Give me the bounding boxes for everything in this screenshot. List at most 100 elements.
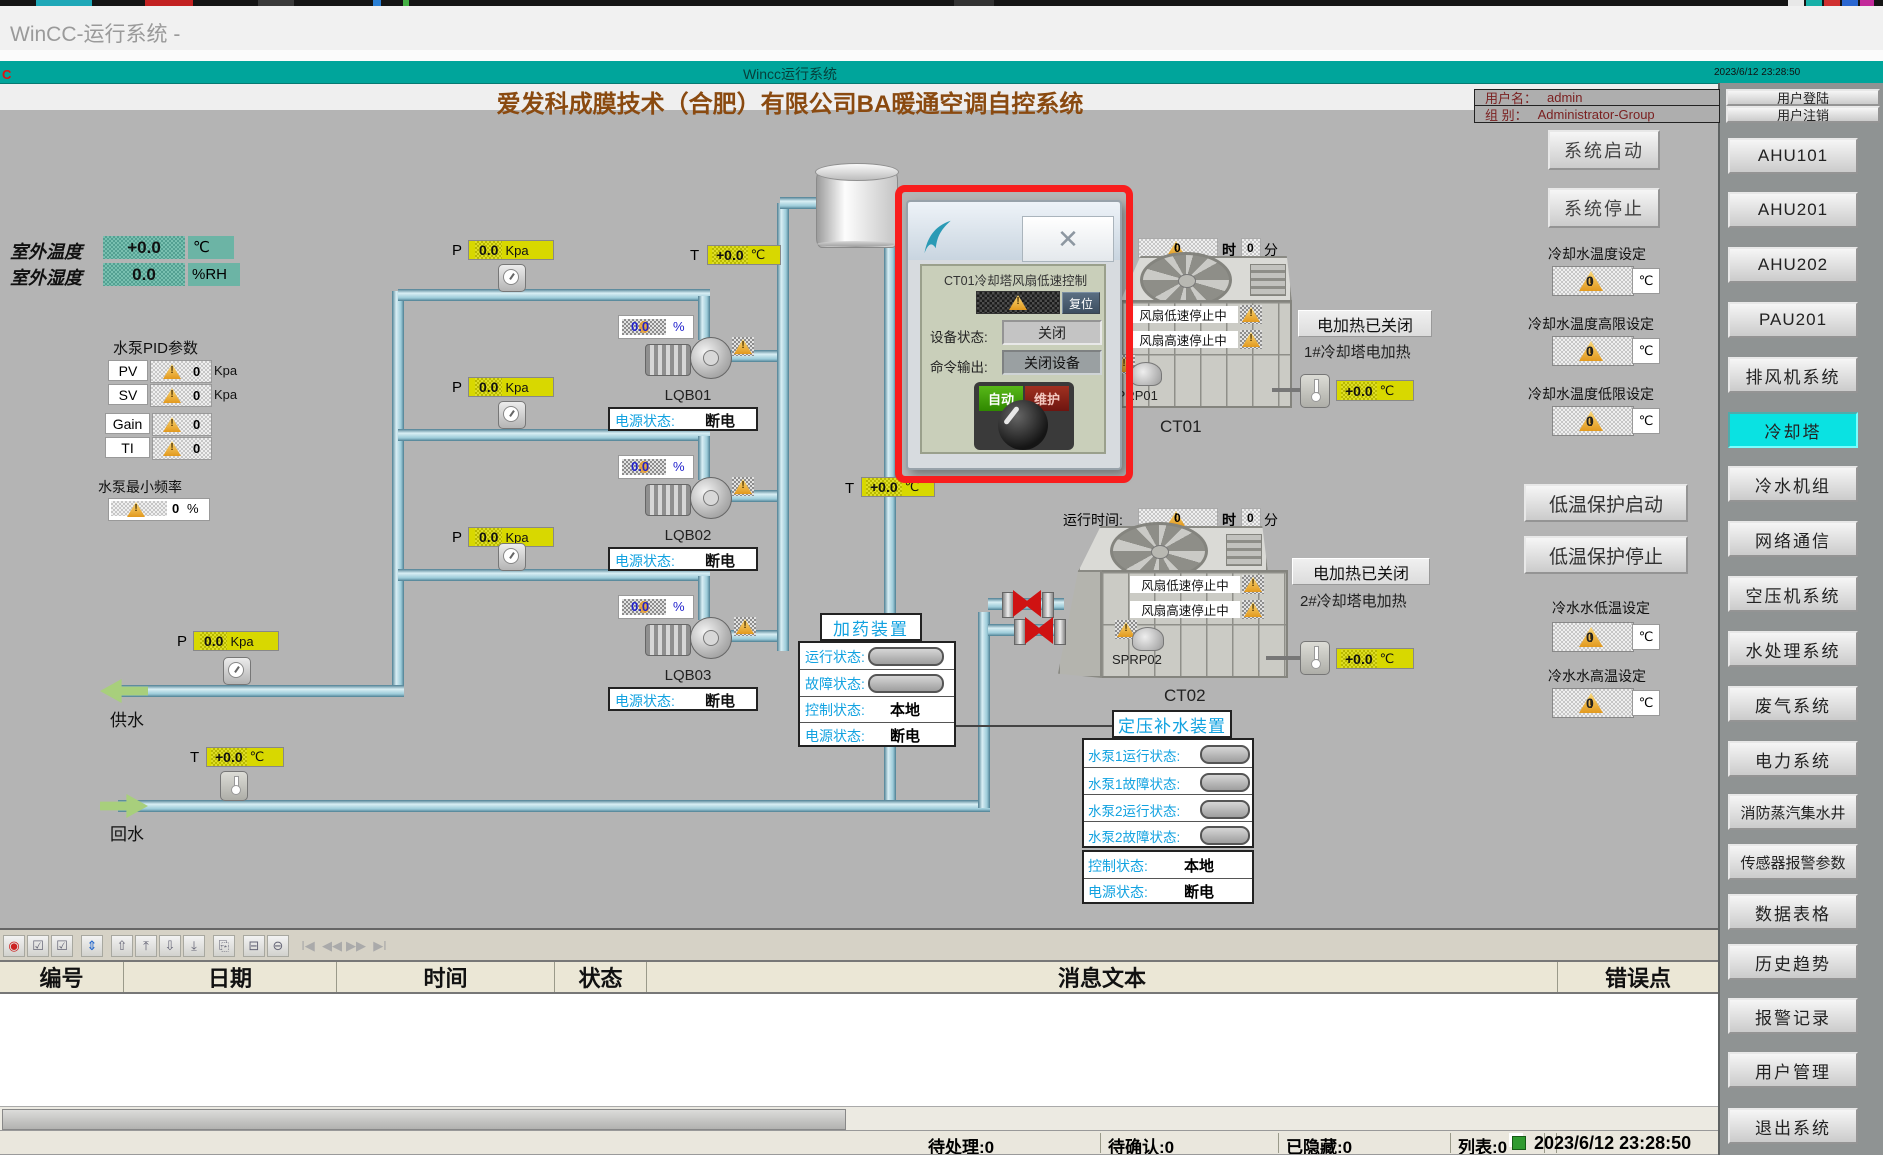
sidebar-item-air-compressor[interactable]: 空压机系统	[1728, 576, 1858, 612]
sidebar-item-alarm-record[interactable]: 报警记录	[1728, 998, 1858, 1034]
sidebar-item-history-trend[interactable]: 历史趋势	[1728, 944, 1858, 980]
pressure-gauge-icon	[498, 543, 526, 571]
first-page-icon[interactable]: ⤒	[135, 935, 157, 957]
sidebar-item-cooling-tower[interactable]: 冷却塔	[1728, 412, 1858, 448]
col-number[interactable]: 编号	[0, 962, 124, 992]
logout-button[interactable]: 用户注销	[1726, 106, 1880, 123]
min-freq-field[interactable]: 0 %	[108, 498, 210, 521]
nav-last-icon[interactable]: ▶I	[369, 935, 391, 957]
makeup-power-value: 断电	[1184, 881, 1214, 902]
fan-low-warning	[1242, 575, 1264, 594]
setpoint-field[interactable]: 0	[1552, 622, 1634, 652]
pid-pv-field[interactable]: 0	[150, 360, 212, 383]
nav-prev-icon[interactable]: ◀◀	[321, 935, 343, 957]
last-page-icon[interactable]: ⤓	[183, 935, 205, 957]
sidebar-item-ahu201[interactable]: AHU201	[1728, 192, 1858, 228]
hscroll-thumb[interactable]	[2, 1109, 846, 1130]
spray-pump-name: SPRP02	[1112, 652, 1162, 667]
pid-gain-field[interactable]: 0	[152, 413, 212, 436]
sidebar-item-fire-steam-sump[interactable]: 消防蒸汽集水井	[1728, 794, 1858, 830]
sidebar-item-power-system[interactable]: 电力系统	[1728, 741, 1858, 777]
outdoor-temp-unit: ℃	[188, 236, 234, 259]
app-bar-clock: 2023/6/12 23:28:50	[1714, 67, 1800, 78]
pid-sv-field[interactable]: 0	[150, 384, 212, 407]
red-valve-icon[interactable]	[1025, 617, 1053, 644]
red-valve-icon[interactable]	[1013, 590, 1041, 617]
sidebar-item-user-management[interactable]: 用户管理	[1728, 1052, 1858, 1088]
dosing-title-box: 加药装置	[820, 613, 922, 641]
col-time[interactable]: 时间	[337, 962, 555, 992]
sidebar-item-pau201[interactable]: PAU201	[1728, 302, 1858, 338]
window-titlebar: WinCC-运行系统 -	[0, 6, 1883, 50]
lock-icon[interactable]: ⊟	[243, 935, 265, 957]
sidebar-item-exhaust-fan[interactable]: 排风机系统	[1728, 357, 1858, 393]
fan-low-status: 风扇低速停止中	[1128, 306, 1238, 323]
pump-warning	[734, 617, 756, 636]
pipe-pump1-inlet	[398, 289, 710, 301]
fan-high-status: 风扇高速停止中	[1128, 331, 1238, 348]
pid-sv-value: 0	[193, 388, 200, 403]
pump-warning	[732, 337, 754, 356]
outdoor-hum-unit: %RH	[188, 263, 240, 286]
setpoint-field[interactable]: 0	[1552, 266, 1634, 296]
col-message[interactable]: 消息文本	[647, 962, 1558, 992]
pump-graphic[interactable]	[645, 615, 731, 661]
sidebar-item-ahu202[interactable]: AHU202	[1728, 247, 1858, 283]
sidebar-item-chiller[interactable]: 冷水机组	[1728, 466, 1858, 502]
alarm-hscrollbar[interactable]	[0, 1106, 1718, 1131]
sidebar-item-network[interactable]: 网络通信	[1728, 521, 1858, 557]
system-stop-button[interactable]: 系统停止	[1548, 188, 1660, 228]
device-status-value-box: 关闭	[1002, 320, 1102, 345]
col-errorpoint[interactable]: 错误点	[1558, 962, 1718, 992]
sidebar-item-data-table[interactable]: 数据表格	[1728, 894, 1858, 930]
alarm-rows-area[interactable]	[0, 994, 1718, 1106]
alarm-toolbar: ◉ ☑ ☑ ⇕ ⇧ ⤒ ⇩ ⤓ ⎘ ⊟ ⊖ I◀ ◀◀ ▶▶ ▶I	[2, 933, 1716, 959]
tank-top	[815, 163, 899, 181]
setpoint-field[interactable]: 0	[1552, 406, 1634, 436]
reset-button[interactable]: 复位	[1062, 292, 1100, 314]
pid-ti-field[interactable]: 0	[152, 437, 212, 460]
sidebar-item-ahu101[interactable]: AHU101	[1728, 138, 1858, 174]
setpoint-field[interactable]: 0	[1552, 688, 1634, 718]
pump-name: LQB01	[645, 387, 731, 404]
page-up-icon[interactable]: ⇧	[111, 935, 133, 957]
makeup-title-box: 定压补水装置	[1112, 710, 1232, 738]
system-start-button[interactable]: 系统启动	[1548, 130, 1660, 170]
makeup-panel: 水泵1运行状态: 水泵1故障状态: 水泵2运行状态: 水泵2故障状态:	[1082, 738, 1254, 848]
thermometer-icon	[1300, 641, 1330, 675]
autoscroll-icon[interactable]: ⇕	[81, 935, 103, 957]
col-status[interactable]: 状态	[555, 962, 647, 992]
setpoint-unit: ℃	[1632, 268, 1660, 294]
setpoint-label: 冷却水温度低限设定	[1528, 384, 1654, 404]
alarm-list-icon[interactable]: ◉	[3, 935, 25, 957]
pump-volute-eye	[703, 350, 719, 366]
low-temp-protect-start-button[interactable]: 低温保护启动	[1524, 484, 1688, 522]
popup-close-button[interactable]: ✕	[1022, 216, 1114, 262]
sidebar-item-waste-gas[interactable]: 废气系统	[1728, 686, 1858, 722]
sidebar-item-sensor-alarm-params[interactable]: 传感器报警参数	[1728, 844, 1858, 880]
temp-box: +0.0 ℃	[861, 477, 935, 497]
setpoint-field[interactable]: 0	[1552, 336, 1634, 366]
pump-graphic[interactable]	[645, 335, 731, 381]
low-temp-protect-stop-button[interactable]: 低温保护停止	[1524, 536, 1688, 574]
nav-first-icon[interactable]: I◀	[297, 935, 319, 957]
makeup-row-indicator	[1200, 773, 1250, 792]
page-down-icon[interactable]: ⇩	[159, 935, 181, 957]
reset-label: 复位	[1069, 295, 1093, 312]
nav-next-icon[interactable]: ▶▶	[345, 935, 367, 957]
sidebar-item-water-treatment[interactable]: 水处理系统	[1728, 631, 1858, 667]
login-button[interactable]: 用户登陆	[1726, 89, 1880, 106]
col-date[interactable]: 日期	[124, 962, 337, 992]
ack-all-icon[interactable]: ☑	[51, 935, 73, 957]
pressure-value: 0.0	[475, 241, 502, 259]
expansion-tank	[816, 170, 898, 248]
info-dialog-icon[interactable]: ⎘	[213, 935, 235, 957]
warning-icon	[1009, 295, 1027, 310]
min-freq-label: 水泵最小频率	[98, 477, 182, 497]
sidebar-item-exit-system[interactable]: 退出系统	[1728, 1108, 1858, 1144]
ack-single-icon[interactable]: ☑	[27, 935, 49, 957]
hide-alarm-icon[interactable]: ⊖	[267, 935, 289, 957]
heater-status-box: 电加热已关闭	[1298, 310, 1432, 337]
pump-graphic[interactable]	[645, 475, 731, 521]
mode-knob[interactable]	[998, 400, 1048, 450]
